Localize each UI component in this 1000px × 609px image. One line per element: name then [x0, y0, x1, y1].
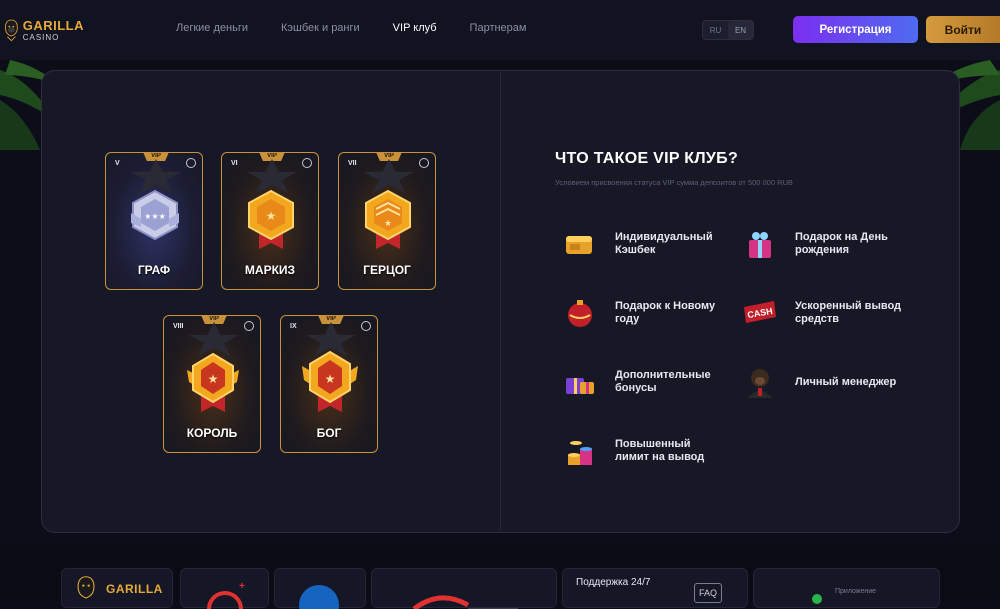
- lang-ru[interactable]: RU: [703, 21, 728, 39]
- feature-personal-manager: Личный менеджер: [742, 364, 905, 400]
- svg-text:★: ★: [384, 218, 392, 228]
- gold-winged-emblem-icon: ★: [187, 352, 239, 412]
- feature-label: Личный менеджер: [795, 375, 897, 388]
- vip-card-gertsog[interactable]: VII VIP ★ ГЕРЦОГ: [338, 152, 436, 290]
- footer-age-restriction-box[interactable]: +: [180, 568, 269, 609]
- gold-winged-emblem-icon: ★: [302, 350, 358, 412]
- gorilla-logo-icon: [4, 19, 18, 42]
- gorilla-manager-icon: [748, 369, 772, 398]
- feature-label: Подарок к Новому году: [615, 300, 716, 325]
- language-switcher: RU EN: [702, 20, 754, 40]
- register-button[interactable]: Регистрация: [793, 16, 918, 43]
- android-icon: [812, 594, 822, 604]
- vip-card-bog[interactable]: IX VIP ★ БОГ: [280, 315, 378, 453]
- card-numeral: VIII: [173, 323, 184, 330]
- feature-birthday-gift: Подарок на День рождения: [742, 226, 905, 262]
- vip-card-markiz[interactable]: VI VIP ★ МАРКИЗ: [221, 152, 319, 290]
- license-badge-icon: [299, 585, 339, 609]
- card-info-icon[interactable]: [244, 321, 254, 331]
- footer-logo-text: GARILLA: [106, 582, 163, 596]
- card-title: БОГ: [316, 426, 342, 440]
- svg-text:★: ★: [325, 372, 336, 386]
- feature-label: Ускоренный вывод средств: [795, 300, 902, 325]
- card-info-icon[interactable]: [302, 158, 312, 168]
- coin-stack-icon: [568, 441, 592, 465]
- card-numeral: VII: [348, 160, 357, 167]
- main-nav: Легкие деньги Кэшбек и ранги VIP клуб Па…: [176, 22, 559, 34]
- panel-divider: [500, 72, 501, 531]
- cash-sign-icon: CASH: [744, 301, 776, 323]
- casino-logo[interactable]: GARILLA CASINO: [4, 10, 84, 50]
- support-label: Поддержка 24/7: [576, 577, 651, 588]
- card-title: КОРОЛЬ: [186, 426, 238, 440]
- login-button[interactable]: Войти: [926, 16, 1000, 43]
- nav-easy-money[interactable]: Легкие деньги: [176, 22, 248, 34]
- vip-club-title: ЧТО ТАКОЕ VIP КЛУБ?: [555, 150, 739, 167]
- gift-box-icon: [749, 232, 771, 258]
- gold-bars-icon: [566, 236, 592, 254]
- top-navbar: GARILLA CASINO Легкие деньги Кэшбек и ра…: [0, 0, 1000, 60]
- card-info-icon[interactable]: [419, 158, 429, 168]
- feature-new-year-gift: Подарок к Новому году: [562, 295, 725, 331]
- nav-partners[interactable]: Партнерам: [470, 22, 527, 34]
- gorilla-logo-icon: [77, 576, 95, 599]
- footer-license-box[interactable]: [274, 568, 366, 609]
- card-info-icon[interactable]: [186, 158, 196, 168]
- feature-individual-cashback: Индивидуальный Кэшбек: [562, 226, 725, 262]
- card-title: ГЕРЦОГ: [363, 263, 411, 277]
- footer-partner-box[interactable]: [371, 568, 557, 609]
- card-title: МАРКИЗ: [244, 263, 296, 277]
- gold-rank-emblem-icon: ★: [248, 189, 294, 249]
- faq-button[interactable]: FAQ: [694, 583, 722, 603]
- card-numeral: V: [115, 160, 120, 167]
- christmas-ornament-icon: [568, 300, 592, 327]
- feature-label: Повышенный лимит на вывод: [615, 438, 705, 463]
- lang-en[interactable]: EN: [728, 21, 753, 39]
- vip-card-graf[interactable]: V VIP ★★★ ГРАФ: [105, 152, 203, 290]
- svg-text:★★★: ★★★: [144, 212, 166, 221]
- feature-fast-withdrawal: CASH Ускоренный вывод средств: [742, 295, 905, 331]
- nav-vip-club[interactable]: VIP клуб: [393, 22, 437, 34]
- feature-label: Подарок на День рождения: [795, 231, 888, 256]
- svg-text:+: +: [239, 581, 245, 592]
- card-title: ГРАФ: [137, 263, 171, 277]
- partner-logo-icon: [412, 595, 518, 609]
- vip-card-korol[interactable]: VIII VIP ★ КОРОЛЬ: [163, 315, 261, 453]
- logo-title: GARILLA: [22, 17, 84, 33]
- logo-subtitle: CASINO: [22, 32, 60, 42]
- svg-text:★: ★: [266, 209, 277, 223]
- gift-pile-icon: [566, 378, 594, 394]
- card-info-icon[interactable]: [361, 321, 371, 331]
- card-numeral: IX: [290, 323, 297, 330]
- app-label: Приложение: [835, 588, 877, 595]
- gold-rank-emblem-icon: ★: [365, 189, 411, 249]
- svg-text:★: ★: [208, 372, 219, 386]
- feature-higher-limit: Повышенный лимит на вывод: [562, 433, 725, 469]
- age-restriction-icon: +: [207, 581, 245, 609]
- feature-label: Дополнительные бонусы: [615, 369, 711, 394]
- feature-extra-bonuses: Дополнительные бонусы: [562, 364, 725, 400]
- nav-cashback-ranks[interactable]: Кэшбек и ранги: [281, 22, 360, 34]
- silver-rank-emblem-icon: ★★★: [131, 189, 179, 241]
- feature-label: Индивидуальный Кэшбек: [615, 231, 713, 256]
- vip-club-subtitle: Условием присвоения статуса VIP сумма де…: [555, 178, 793, 187]
- card-numeral: VI: [231, 160, 238, 167]
